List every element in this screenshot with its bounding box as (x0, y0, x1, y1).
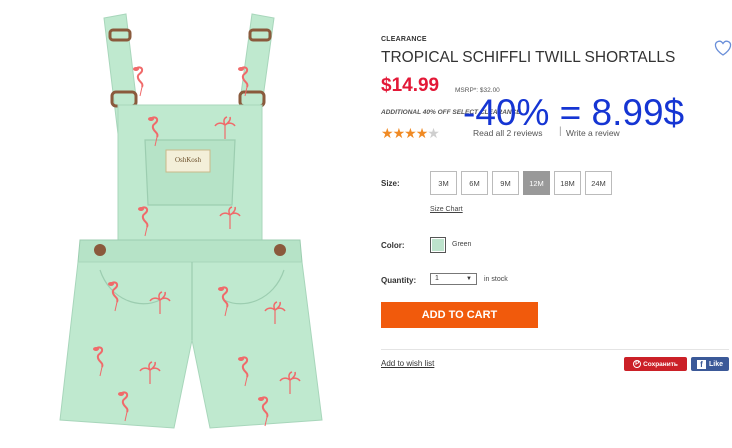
rating-stars: ★★★★★ (381, 125, 440, 142)
chevron-down-icon: ▼ (466, 276, 472, 282)
pinterest-save-button[interactable]: P Сохранить (624, 357, 687, 371)
discount-overlay-text: -40% = 8.99$ (463, 92, 685, 133)
swatch-fill (432, 239, 444, 251)
color-name: Green (452, 241, 472, 248)
star-icon: ★ (381, 125, 394, 141)
clearance-badge: CLEARANCE (381, 36, 427, 43)
sale-price: $14.99 (381, 75, 440, 96)
size-option-12m[interactable]: 12M (523, 171, 550, 195)
size-label: Size: (381, 179, 400, 188)
star-icon: ★ (392, 125, 406, 141)
add-to-cart-button[interactable]: ADD TO CART (381, 302, 538, 328)
star-icon: ★ (404, 125, 417, 141)
product-title: TROPICAL SCHIFFLI TWILL SHORTALLS (381, 49, 676, 66)
size-option-6m[interactable]: 6M (461, 171, 488, 195)
like-label: Like (708, 360, 723, 368)
facebook-icon: f (696, 359, 706, 369)
star-icon: ★ (415, 125, 429, 141)
pinterest-icon: P (633, 360, 642, 368)
color-swatch-green[interactable] (430, 237, 446, 253)
quantity-select[interactable]: 1 ▼ (430, 273, 477, 285)
facebook-like-button[interactable]: f Like (691, 357, 729, 371)
stock-status: in stock (484, 276, 508, 283)
quantity-label: Quantity: (381, 276, 417, 285)
add-to-wishlist-link[interactable]: Add to wish list (381, 359, 434, 368)
svg-text:OshKosh: OshKosh (175, 156, 202, 164)
product-image: OshKosh (59, 13, 323, 429)
divider (381, 349, 729, 350)
size-option-3m[interactable]: 3M (430, 171, 457, 195)
size-option-24m[interactable]: 24M (585, 171, 612, 195)
size-option-9m[interactable]: 9M (492, 171, 519, 195)
star-icon: ★ (427, 125, 440, 141)
size-option-18m[interactable]: 18M (554, 171, 581, 195)
size-chart-link[interactable]: Size Chart (430, 206, 463, 213)
favorite-heart-icon[interactable] (712, 38, 732, 58)
color-label: Color: (381, 241, 405, 250)
save-label: Сохранить (643, 360, 678, 368)
quantity-value: 1 (435, 275, 439, 282)
star-icon: ★★★★★ (381, 125, 440, 141)
